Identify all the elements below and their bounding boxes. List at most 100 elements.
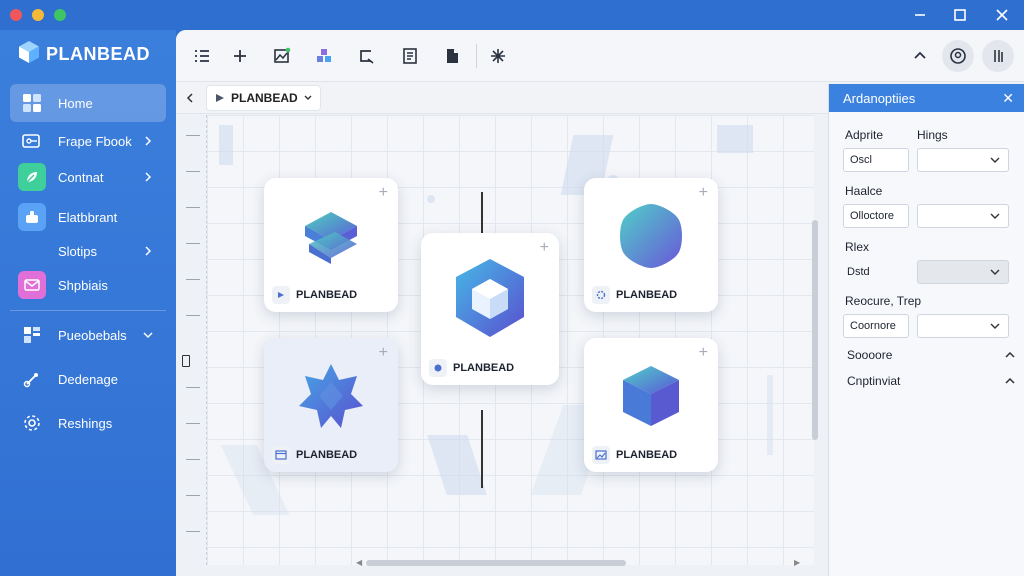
tools-icon[interactable]: [982, 40, 1014, 72]
chevron-up-icon[interactable]: [906, 42, 934, 70]
add-icon[interactable]: [226, 42, 254, 70]
card-label: PLANBEAD: [296, 289, 358, 301]
chevron-left-icon[interactable]: [182, 90, 198, 106]
field-label: Rlex: [845, 240, 870, 254]
chevron-right-icon[interactable]: [140, 246, 156, 256]
dropdown-select[interactable]: [917, 148, 1009, 172]
asset-card[interactable]: + PLANBEAD: [264, 338, 398, 472]
text-field[interactable]: Oscl: [843, 148, 909, 172]
section-soooore[interactable]: Soooore: [847, 348, 1015, 362]
minimize-icon[interactable]: [908, 4, 932, 26]
toolbar: [176, 30, 1024, 82]
sidebar-item-label: Dedenage: [58, 371, 118, 387]
zoom-window-dot[interactable]: [54, 9, 66, 21]
section-cnptinviat[interactable]: Cnptinviat: [847, 374, 1015, 388]
static-value: Dstd: [843, 260, 909, 284]
close-icon[interactable]: [990, 4, 1014, 26]
dropdown-select[interactable]: [917, 260, 1009, 284]
image-icon: [592, 446, 610, 464]
ruler-marker[interactable]: [182, 355, 190, 367]
record-icon: [429, 359, 447, 377]
folder-link-icon: [18, 127, 46, 155]
asset-card[interactable]: + PLANBEAD: [421, 233, 559, 385]
close-window-dot[interactable]: [10, 9, 22, 21]
image-add-icon[interactable]: [268, 42, 296, 70]
account-icon[interactable]: [942, 40, 974, 72]
close-icon[interactable]: ✕: [1002, 90, 1014, 107]
scroll-right-icon[interactable]: ▶: [794, 558, 802, 567]
sidebar-item-contnat[interactable]: Contnat: [10, 158, 166, 196]
crop-icon[interactable]: [352, 42, 380, 70]
stacked-slabs-shape: [264, 200, 398, 272]
sidebar-item-dedenage[interactable]: Dedenage: [10, 360, 166, 398]
minimize-window-dot[interactable]: [32, 9, 44, 21]
sidebar-item-label: Frape Fbook: [58, 133, 132, 149]
hexagon-cube-shape: [421, 255, 559, 341]
chevron-down-icon: [990, 323, 1000, 329]
blank-icon: [18, 237, 46, 265]
list-icon[interactable]: [188, 42, 216, 70]
play-icon: [216, 94, 224, 102]
dropdown-select[interactable]: [917, 204, 1009, 228]
field-value: Coornore: [850, 320, 896, 332]
sidebar-item-frape-fbook[interactable]: Frape Fbook: [10, 122, 166, 160]
play-icon: [272, 286, 290, 304]
toolbar-divider: [476, 44, 477, 68]
shapes-icon[interactable]: [310, 42, 338, 70]
sidebar-item-slotips[interactable]: Slotips: [10, 232, 166, 270]
field-label: Adprite: [845, 128, 884, 142]
field-label: Hings: [917, 128, 948, 142]
text-field[interactable]: Coornore: [843, 314, 909, 338]
breadcrumb-tab-label: PLANBEAD: [231, 91, 298, 105]
brand[interactable]: PLANBEAD: [18, 40, 150, 68]
connector-line: [481, 410, 483, 488]
card-footer: PLANBEAD: [272, 286, 357, 304]
file-icon[interactable]: [438, 42, 466, 70]
grid-icon: [18, 89, 46, 117]
asset-card[interactable]: + PLANBEAD: [264, 178, 398, 312]
vertical-scrollbar[interactable]: [812, 220, 818, 440]
chevron-right-icon[interactable]: [140, 136, 156, 146]
sidebar-item-label: Pueobebals: [58, 327, 127, 343]
sidebar: PLANBEAD Home Frape Fbook Contnat Elatbb…: [0, 30, 176, 576]
rounded-hexagon-shape: [584, 200, 718, 272]
chevron-down-icon: [304, 95, 312, 100]
brand-title: PLANBEAD: [46, 43, 151, 64]
sidebar-item-shpbiais[interactable]: Shpbiais: [10, 266, 166, 304]
chevron-right-icon[interactable]: [140, 172, 156, 182]
mail-icon: [18, 271, 46, 299]
card-footer: PLANBEAD: [592, 446, 677, 464]
card-footer: PLANBEAD: [272, 446, 357, 464]
sidebar-item-elatbbrant[interactable]: Elatbbrant: [10, 198, 166, 236]
window-icon: [272, 446, 290, 464]
chevron-down-icon[interactable]: [140, 331, 156, 339]
component-icon: [18, 203, 46, 231]
sidebar-item-label: Shpbiais: [58, 277, 108, 293]
sidebar-item-reshings[interactable]: Reshings: [10, 404, 166, 442]
properties-panel: Ardanoptiies ✕ Adprite Hings Oscl Haalce…: [828, 84, 1024, 576]
chevron-down-icon: [990, 213, 1000, 219]
chevron-down-icon: [990, 269, 1000, 275]
logo-cube-icon: [18, 40, 40, 69]
breadcrumb-tab[interactable]: PLANBEAD: [206, 85, 321, 111]
asset-card[interactable]: + PLANBEAD: [584, 178, 718, 312]
sidebar-item-label: Slotips: [58, 243, 98, 259]
scroll-left-icon[interactable]: ◀: [356, 558, 364, 567]
card-label: PLANBEAD: [296, 449, 358, 461]
star-polyhedron-shape: [264, 360, 398, 432]
card-footer: PLANBEAD: [592, 286, 677, 304]
horizontal-scrollbar[interactable]: [366, 560, 626, 566]
maximize-icon[interactable]: [948, 4, 972, 26]
card-label: PLANBEAD: [616, 449, 678, 461]
sidebar-item-pueobebals[interactable]: Pueobebals: [10, 316, 166, 354]
asset-card[interactable]: + PLANBEAD: [584, 338, 718, 472]
snowflake-icon[interactable]: [484, 42, 512, 70]
document-icon[interactable]: [396, 42, 424, 70]
dropdown-select[interactable]: [917, 314, 1009, 338]
sidebar-item-label: Elatbbrant: [58, 209, 118, 225]
chevron-up-icon: [1005, 352, 1015, 358]
card-label: PLANBEAD: [616, 289, 678, 301]
text-field[interactable]: Olloctore: [843, 204, 909, 228]
gear-icon: [18, 409, 46, 437]
sidebar-item-home[interactable]: Home: [10, 84, 166, 122]
